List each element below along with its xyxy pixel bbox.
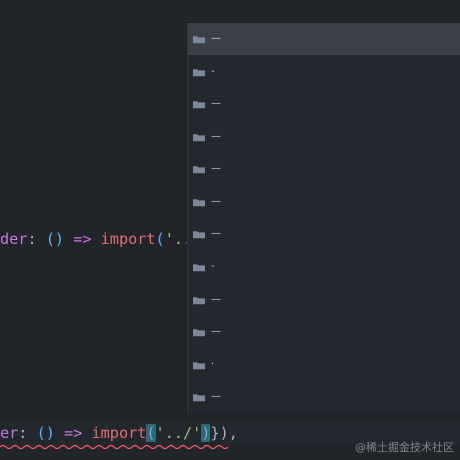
error-squiggle [0, 444, 229, 449]
suggestion-label: - [211, 261, 215, 272]
suggestion-item-selected[interactable]: — [188, 23, 460, 55]
folder-icon [193, 134, 205, 142]
suggestion-label: — [211, 326, 221, 337]
suggestion-item[interactable]: - [188, 56, 460, 88]
suggestion-item[interactable]: - [188, 251, 460, 283]
suggestion-item[interactable]: — [188, 316, 460, 348]
code-token-property: er [0, 424, 19, 442]
suggestion-label: — [211, 98, 221, 109]
suggestion-label: — [211, 131, 221, 142]
folder-icon [193, 297, 205, 305]
code-token-colon: : [18, 424, 28, 442]
suggestion-item[interactable]: — [188, 121, 460, 153]
suggestion-item[interactable]: — [188, 186, 460, 218]
suggestion-item[interactable]: — [188, 153, 460, 185]
bracket-match-open: ( [146, 424, 156, 442]
suggestion-label: — [211, 294, 221, 305]
suggestion-item[interactable]: — [188, 218, 460, 250]
folder-icon [193, 199, 205, 207]
code-token-tail: }), [210, 424, 238, 442]
watermark-text: @稀土掘金技术社区 [355, 441, 454, 454]
code-token-import: import [91, 424, 147, 442]
folder-icon [193, 231, 205, 239]
folder-icon [193, 394, 205, 402]
suggestion-label: - [211, 66, 215, 77]
code-token-arrow: => [64, 424, 83, 442]
code-token-property: der [0, 230, 28, 248]
suggestion-item[interactable]: — [188, 88, 460, 120]
suggestion-label: — [211, 196, 221, 207]
suggestion-label: · [211, 359, 215, 370]
autocomplete-suggestions[interactable]: — - — — — — — - — — · — [187, 23, 460, 415]
suggestion-label: — [211, 228, 221, 239]
code-token-open-paren: ( [155, 230, 165, 248]
folder-icon [193, 101, 205, 109]
suggestion-label: — [211, 33, 221, 44]
suggestion-item[interactable]: · [188, 349, 460, 381]
folder-icon [193, 166, 205, 174]
code-editor[interactable]: der: () => import('.. er: () => import('… [0, 0, 460, 460]
code-token-colon: : [27, 230, 37, 248]
code-token-params: () [36, 424, 55, 442]
folder-icon [193, 69, 205, 77]
code-token-import: import [100, 230, 156, 248]
folder-icon [193, 36, 205, 44]
code-line[interactable]: der: () => import('.. [0, 226, 192, 252]
folder-icon [193, 329, 205, 337]
folder-icon [193, 264, 205, 272]
suggestion-label: — [211, 391, 221, 402]
suggestion-label: — [211, 163, 221, 174]
code-token-params: () [45, 230, 65, 248]
code-token-arrow: => [73, 230, 92, 248]
code-token-string: '../' [155, 424, 202, 442]
folder-icon [193, 362, 205, 370]
suggestion-item[interactable]: — [188, 284, 460, 316]
suggestion-item[interactable]: — [188, 381, 460, 413]
